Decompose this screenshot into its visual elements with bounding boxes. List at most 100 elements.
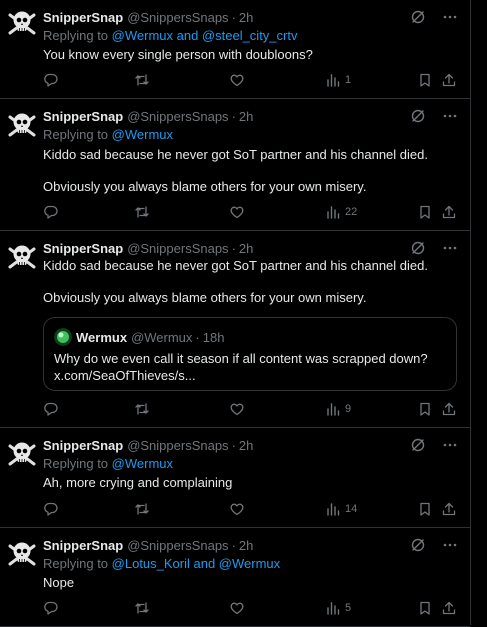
like-button[interactable] bbox=[229, 600, 245, 616]
more-icon[interactable] bbox=[442, 537, 458, 553]
tweet-time[interactable]: 2h bbox=[239, 241, 253, 256]
author-name[interactable]: SnipperSnap bbox=[43, 438, 123, 453]
share-button[interactable] bbox=[441, 72, 457, 88]
reply-mention-link[interactable]: @Wermux and @steel_city_crtv bbox=[112, 28, 298, 43]
quoted-tweet[interactable]: Wermux @Wermux · 18h Why do we even call… bbox=[43, 317, 457, 391]
bookmark-button[interactable] bbox=[417, 72, 433, 88]
more-icon[interactable] bbox=[442, 108, 458, 124]
grok-icon[interactable] bbox=[410, 240, 426, 256]
like-button[interactable] bbox=[229, 204, 245, 220]
quoted-tweet-text: Why do we even call it season if all con… bbox=[54, 351, 428, 366]
reply-button[interactable] bbox=[43, 401, 59, 417]
retweet-button[interactable] bbox=[134, 501, 150, 517]
share-button[interactable] bbox=[441, 401, 457, 417]
reply-button[interactable] bbox=[43, 72, 59, 88]
grok-icon[interactable] bbox=[410, 9, 426, 25]
tweet-actions: 1 bbox=[43, 72, 457, 90]
author-handle[interactable]: @SnippersSnaps bbox=[127, 109, 228, 124]
replying-to: Replying to @Wermux bbox=[43, 127, 173, 142]
more-icon[interactable] bbox=[442, 9, 458, 25]
pirate-skull-avatar[interactable] bbox=[5, 437, 39, 471]
tweet-text: Nope bbox=[43, 575, 75, 590]
tweet-time[interactable]: 2h bbox=[239, 10, 253, 25]
tweet-actions: 14 bbox=[43, 501, 457, 519]
bookmark-icon bbox=[417, 204, 433, 220]
author-handle[interactable]: @SnippersSnaps bbox=[127, 10, 228, 25]
quoted-tweet-link[interactable]: x.com/SeaOfThieves/s... bbox=[54, 368, 196, 383]
author-handle[interactable]: @SnippersSnaps bbox=[127, 241, 228, 256]
author-name[interactable]: SnipperSnap bbox=[43, 538, 123, 553]
reply-button[interactable] bbox=[43, 204, 59, 220]
replying-to-label: Replying to bbox=[43, 127, 112, 142]
author-name[interactable]: SnipperSnap bbox=[43, 109, 123, 124]
reply-button[interactable] bbox=[43, 501, 59, 517]
author-name[interactable]: SnipperSnap bbox=[43, 10, 123, 25]
pirate-skull-avatar[interactable] bbox=[5, 240, 39, 274]
retweet-icon bbox=[134, 204, 150, 220]
replying-to-label: Replying to bbox=[43, 456, 112, 471]
views-count: 14 bbox=[345, 503, 358, 515]
reply-mention-link[interactable]: @Lotus_Koril and @Wermux bbox=[112, 556, 281, 571]
tweet-item[interactable]: SnipperSnap @SnippersSnaps · 2h Replying… bbox=[0, 428, 470, 528]
tweet-actions: 5 bbox=[43, 600, 457, 618]
tweet-time[interactable]: 2h bbox=[239, 538, 253, 553]
reply-icon bbox=[43, 600, 59, 616]
share-icon bbox=[441, 401, 457, 417]
grok-icon[interactable] bbox=[410, 437, 426, 453]
like-icon bbox=[229, 204, 245, 220]
retweet-button[interactable] bbox=[134, 204, 150, 220]
share-button[interactable] bbox=[441, 501, 457, 517]
tweet-time[interactable]: 2h bbox=[239, 438, 253, 453]
retweet-button[interactable] bbox=[134, 401, 150, 417]
more-icon[interactable] bbox=[442, 437, 458, 453]
tweet-item[interactable]: SnipperSnap @SnippersSnaps · 2h Replying… bbox=[0, 528, 470, 627]
more-icon[interactable] bbox=[442, 240, 458, 256]
reply-button[interactable] bbox=[43, 600, 59, 616]
scrollbar-track[interactable] bbox=[471, 0, 487, 625]
reply-icon bbox=[43, 401, 59, 417]
author-handle[interactable]: @SnippersSnaps bbox=[127, 538, 228, 553]
tweet-time[interactable]: 2h bbox=[239, 109, 253, 124]
retweet-icon bbox=[134, 501, 150, 517]
reply-icon bbox=[43, 72, 59, 88]
author-handle[interactable]: @SnippersSnaps bbox=[127, 438, 228, 453]
views-icon bbox=[325, 72, 341, 88]
pirate-skull-avatar[interactable] bbox=[5, 108, 39, 142]
views-button[interactable]: 1 bbox=[325, 72, 351, 88]
like-button[interactable] bbox=[229, 501, 245, 517]
like-button[interactable] bbox=[229, 401, 245, 417]
like-button[interactable] bbox=[229, 72, 245, 88]
retweet-icon bbox=[134, 600, 150, 616]
share-button[interactable] bbox=[441, 204, 457, 220]
separator-dot: · bbox=[231, 108, 236, 124]
views-button[interactable]: 22 bbox=[325, 204, 357, 220]
views-count: 5 bbox=[345, 602, 352, 614]
pirate-skull-avatar[interactable] bbox=[5, 6, 39, 40]
bookmark-button[interactable] bbox=[417, 401, 433, 417]
grok-icon[interactable] bbox=[410, 108, 426, 124]
bookmark-button[interactable] bbox=[417, 600, 433, 616]
views-button[interactable]: 9 bbox=[325, 401, 351, 417]
views-button[interactable]: 14 bbox=[325, 501, 357, 517]
views-count: 1 bbox=[345, 74, 352, 86]
grok-icon[interactable] bbox=[410, 537, 426, 553]
separator-dot: · bbox=[195, 329, 200, 345]
reply-mention-link[interactable]: @Wermux bbox=[112, 127, 173, 142]
bookmark-icon bbox=[417, 401, 433, 417]
pirate-skull-avatar[interactable] bbox=[5, 537, 39, 571]
tweet-text: Kiddo sad because he never got SoT partn… bbox=[43, 147, 428, 162]
replying-to-label: Replying to bbox=[43, 556, 112, 571]
bookmark-button[interactable] bbox=[417, 501, 433, 517]
retweet-button[interactable] bbox=[134, 600, 150, 616]
views-button[interactable]: 5 bbox=[325, 600, 351, 616]
share-button[interactable] bbox=[441, 600, 457, 616]
tweet-item[interactable]: SnipperSnap @SnippersSnaps · 2h Kiddo sa… bbox=[0, 231, 470, 428]
replying-to: Replying to @Wermux and @steel_city_crtv bbox=[43, 28, 297, 43]
bookmark-button[interactable] bbox=[417, 204, 433, 220]
tweet-item[interactable]: SnipperSnap @SnippersSnaps · 2h Replying… bbox=[0, 0, 470, 99]
tweet-item[interactable]: SnipperSnap @SnippersSnaps · 2h Replying… bbox=[0, 99, 470, 231]
author-name[interactable]: SnipperSnap bbox=[43, 241, 123, 256]
share-icon bbox=[441, 72, 457, 88]
reply-mention-link[interactable]: @Wermux bbox=[112, 456, 173, 471]
retweet-button[interactable] bbox=[134, 72, 150, 88]
